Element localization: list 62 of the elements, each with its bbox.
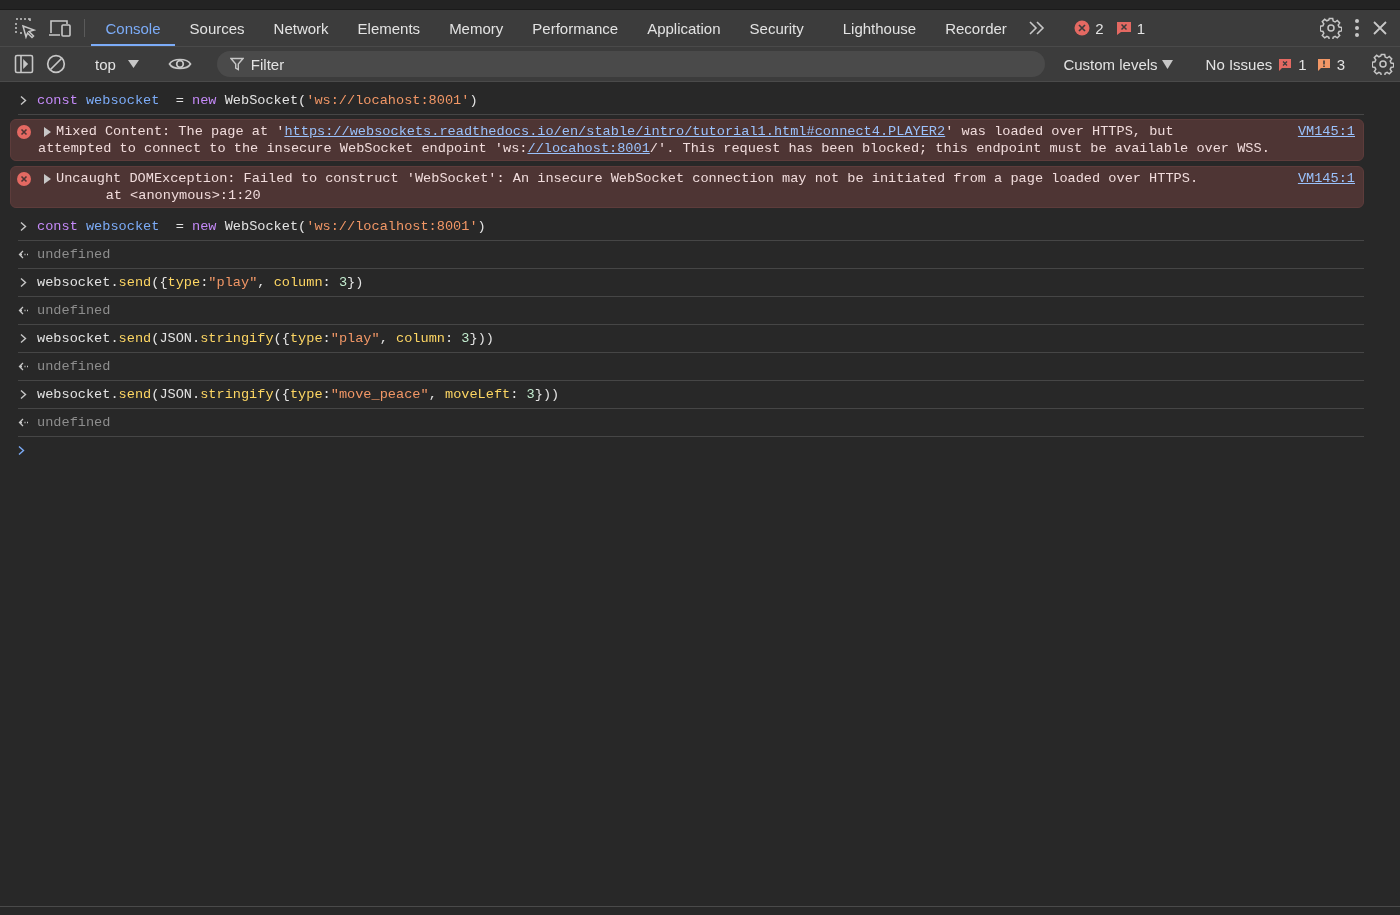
error-count-button[interactable]: 2	[1069, 19, 1109, 37]
result-text: undefined	[37, 358, 111, 375]
expand-triangle-icon[interactable]	[42, 174, 52, 184]
context-dropdown[interactable]: top	[85, 55, 149, 73]
result-text: undefined	[37, 302, 111, 319]
error-icon	[1074, 20, 1091, 36]
chevron-icon	[18, 95, 29, 106]
error-icon	[17, 172, 31, 186]
return-arrow-icon	[18, 417, 29, 428]
panel-tab[interactable]: Sources	[175, 12, 260, 46]
caret-icon	[127, 60, 139, 68]
url-link[interactable]: //locahost:8001	[527, 141, 650, 156]
command-text: websocket.send({type:"play", column: 3})	[37, 274, 364, 291]
url-link[interactable]: https://websockets.readthedocs.io/en/stable/intro/tutorial1.html#connect4.PLAYER2	[284, 124, 946, 139]
stack-trace-line: at <anonymous>:1:20	[104, 187, 262, 204]
filter-field[interactable]: Filter	[216, 51, 1046, 77]
inspect-element-icon[interactable]	[14, 17, 36, 39]
error-icon	[17, 125, 31, 139]
log-levels-dropdown[interactable]: Custom levels	[1057, 54, 1179, 74]
expand-triangle-icon[interactable]	[42, 127, 52, 137]
flag-icon	[1278, 57, 1293, 71]
command-text: websocket.send(JSON.stringify({type:"move_peace", moveLeft: 3}))	[37, 386, 560, 403]
panel-tab[interactable]: Elements	[343, 12, 435, 46]
close-icon[interactable]	[1372, 20, 1388, 36]
panel-tab[interactable]: Memory	[434, 12, 518, 46]
sidebar-toggle-icon[interactable]	[14, 54, 34, 74]
return-arrow-icon	[18, 249, 29, 260]
console-settings-icon[interactable]	[1372, 53, 1394, 75]
eye-icon[interactable]	[167, 56, 192, 72]
source-link[interactable]: VM145:1	[1297, 170, 1355, 187]
issue-count-button[interactable]: 1	[1110, 19, 1151, 37]
caret-icon	[1161, 59, 1173, 69]
command-text: websocket.send(JSON.stringify({type:"play", column: 3}))	[37, 330, 494, 347]
chevron-icon	[18, 221, 29, 232]
panel-tab[interactable]: Performance	[517, 12, 633, 46]
panel-tab[interactable]: Security	[735, 12, 819, 46]
warning-flag-icon	[1316, 57, 1331, 71]
return-arrow-icon	[18, 305, 29, 316]
chevron-icon	[18, 277, 29, 288]
more-options-icon[interactable]	[1354, 18, 1360, 38]
return-arrow-icon	[18, 361, 29, 372]
error-message-line: Uncaught DOMException: Failed to construct 'WebSocket': An insecure WebSocket connection may not be initiated from a page loaded over HTTPS.	[56, 170, 1200, 187]
panel-tab[interactable]: Recorder	[930, 12, 1022, 46]
chevron-icon	[18, 333, 29, 344]
issues-button[interactable]: No Issues 1 3	[1197, 55, 1353, 73]
result-text: undefined	[37, 414, 111, 431]
command-text: const websocket = new WebSocket('ws://localhost:8001')	[37, 218, 486, 235]
clear-console-icon[interactable]	[46, 54, 66, 74]
source-link[interactable]: VM145:1	[1297, 123, 1355, 140]
error-message-line: Mixed Content: The page at 'https://websockets.readthedocs.io/en/stable/intro/tutorial1.html#connect4.PLAYER2' was loaded over HTTPS, but	[56, 123, 1175, 140]
error-message-line: attempted to connect to the insecure WebSocket endpoint 'ws://locahost:8001/'. This request has been blocked; this endpoint must be available over WSS.	[38, 140, 1271, 157]
panel-tab[interactable]: Application	[632, 12, 736, 46]
filter-icon	[229, 57, 244, 71]
panel-tab[interactable]: Network	[259, 12, 344, 46]
panel-tab[interactable]: Lighthouse	[828, 12, 931, 46]
chevron-icon	[18, 389, 29, 400]
flag-icon	[1115, 20, 1132, 36]
settings-icon[interactable]	[1320, 17, 1342, 39]
command-text: const websocket = new WebSocket('ws://locahost:8001')	[37, 92, 478, 109]
result-text: undefined	[37, 246, 111, 263]
prompt-icon	[16, 444, 27, 456]
device-toolbar-icon[interactable]	[48, 17, 72, 39]
